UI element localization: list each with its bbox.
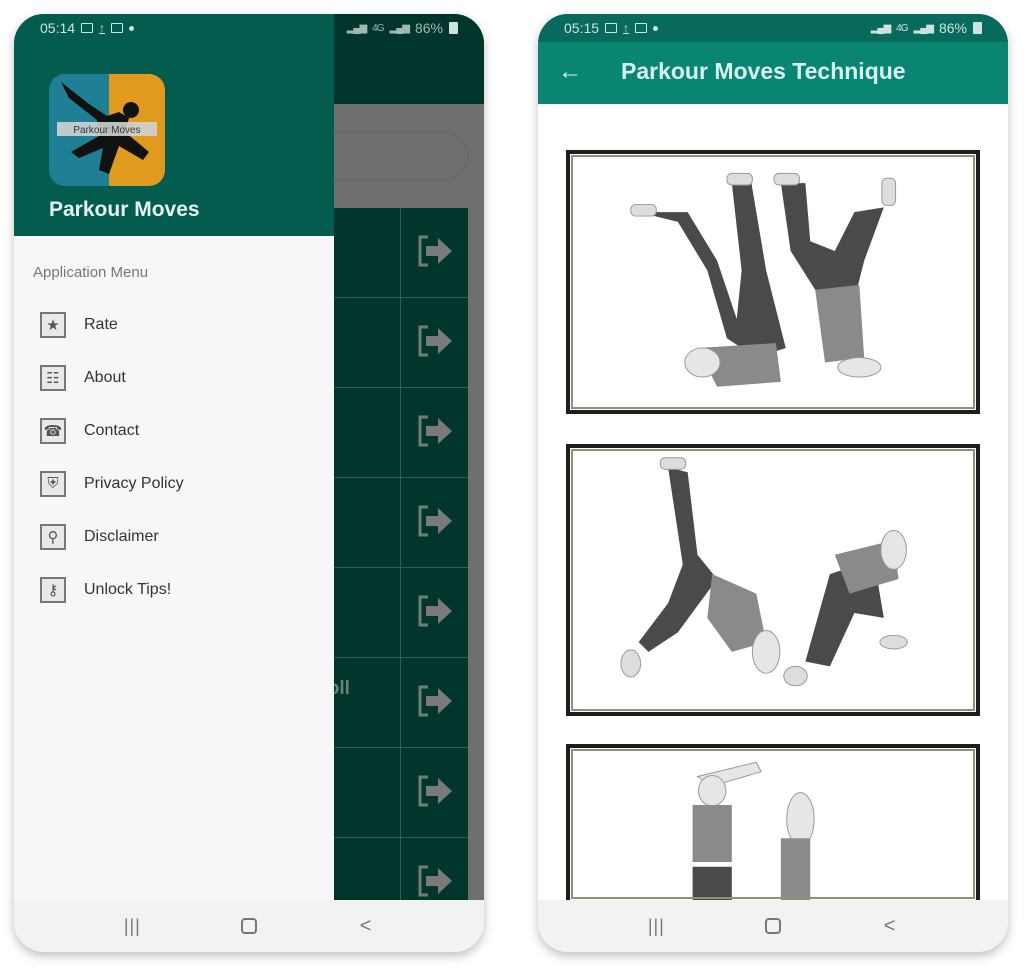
battery-percent: 86% [938,20,967,36]
background-scrollbar [468,208,484,900]
gallery-icon [81,23,94,33]
exit-arrow-icon [418,865,452,897]
menu-item-label: Unlock Tips! [84,580,172,598]
drawer-header: Parkour Moves Parkour Moves [14,14,334,236]
menu-item-contact[interactable]: ☎ Contact [14,404,334,457]
menu-item-about[interactable]: ☷ About [14,351,334,404]
phone-icon: ☎ [40,417,66,444]
arrow-left-icon: ← [558,58,582,85]
people-icon: ☷ [40,364,66,391]
screen-icon [635,23,648,33]
system-nav-bar: ||| < [538,900,1008,952]
status-time: 05:15 [564,20,600,36]
exit-arrow-icon [418,505,452,537]
home-button[interactable] [229,911,269,941]
right-phone-screen: ← Parkour Moves Technique 05:15 ↑ ▂▄▆ 4G… [538,14,1008,952]
menu-item-privacy-policy[interactable]: ⛨ Privacy Policy [14,457,334,510]
menu-item-disclaimer[interactable]: ⚲ Disclaimer [14,510,334,563]
exit-arrow-icon [418,415,452,447]
menu-item-label: Privacy Policy [84,474,184,492]
status-bar: 05:14 ↑ [14,14,334,42]
exit-arrow-icon [418,235,452,267]
signal-icon-2: ▂▄▆ [389,22,410,34]
menu-item-rate[interactable]: ★ Rate [14,298,334,351]
back-arrow-button[interactable]: ← [558,58,588,88]
menu-item-unlock-tips[interactable]: ⚷ Unlock Tips! [14,563,334,616]
search-hand-icon: ⚲ [40,523,66,550]
shield-icon: ⛨ [40,470,66,497]
star-icon: ★ [40,311,66,338]
gallery-icon [605,23,618,33]
status-bar: 05:15 ↑ ▂▄▆ 4G ▂▄▆ 86% [538,14,1008,42]
network-icon: 4G [372,22,384,34]
app-logo: Parkour Moves [49,74,165,186]
technique-content[interactable] [538,104,1008,900]
illustration-headstand [566,150,980,414]
exit-arrow-icon [418,595,452,627]
battery-icon [449,22,458,34]
status-time: 05:14 [40,20,76,36]
signal-icon: ▂▄▆ [346,22,367,34]
home-button[interactable] [753,911,793,941]
status-bar-right: ▂▄▆ 4G ▂▄▆ 86% [334,14,484,42]
upload-icon: ↑ [99,21,106,35]
exit-arrow-icon [418,685,452,717]
logo-caption: Parkour Moves [73,125,140,136]
signal-icon: ▂▄▆ [870,22,891,34]
system-nav-bar: ||| < [14,900,484,952]
navigation-drawer: Parkour Moves Parkour Moves Application … [14,14,334,900]
notification-dot-icon [129,25,135,31]
back-button[interactable]: < [870,911,910,941]
upload-icon: ↑ [623,21,630,35]
notification-dot-icon [653,25,659,31]
menu-item-label: About [84,368,126,386]
illustration-stretch [566,744,980,900]
menu-item-label: Contact [84,421,140,439]
page-title: Parkour Moves Technique [621,58,906,84]
exit-arrow-icon [418,325,452,357]
menu-item-label: Disclaimer [84,527,159,545]
recents-button[interactable]: ||| [112,911,152,941]
illustration-cartwheel [566,444,980,716]
menu-section-title: Application Menu [33,264,149,281]
menu-item-label: Rate [84,315,118,333]
drawer-app-name: Parkour Moves [49,198,200,221]
home-icon [240,918,257,934]
screen-icon [111,23,124,33]
battery-icon [973,22,982,34]
signal-icon-2: ▂▄▆ [913,22,934,34]
key-icon: ⚷ [40,576,66,603]
back-button[interactable]: < [346,911,386,941]
battery-percent: 86% [414,20,443,36]
home-icon [764,918,781,934]
exit-arrow-icon [418,775,452,807]
left-phone-screen: nique Roll 05:14 ↑ ▂▄▆ 4G ▂▄▆ 86% [14,14,484,952]
recents-button[interactable]: ||| [636,911,676,941]
network-icon: 4G [896,22,908,34]
